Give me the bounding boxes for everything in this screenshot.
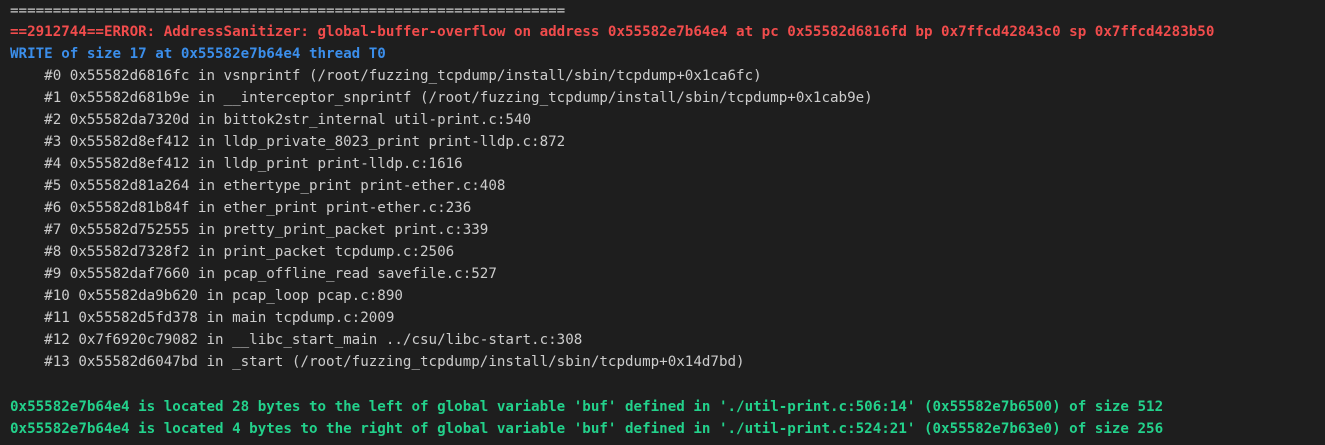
stack-frame-4: #4 0x55582d8ef412 in lldp_print print-ll… [10, 156, 463, 172]
stack-frame-12: #12 0x7f6920c79082 in __libc_start_main … [10, 332, 583, 348]
stack-frame-10: #10 0x55582da9b620 in pcap_loop pcap.c:8… [10, 288, 403, 304]
stack-frame-2: #2 0x55582da7320d in bittok2str_internal… [10, 112, 532, 128]
separator-line: ========================================… [10, 3, 566, 19]
stack-frame-1: #1 0x55582d681b9e in __interceptor_snpri… [10, 90, 873, 106]
stack-frame-7: #7 0x55582d752555 in pretty_print_packet… [10, 222, 489, 238]
stack-frame-8: #8 0x55582d7328f2 in print_packet tcpdum… [10, 244, 455, 260]
stack-frame-5: #5 0x55582d81a264 in ethertype_print pri… [10, 178, 506, 194]
stack-frame-0: #0 0x55582d6816fc in vsnprintf (/root/fu… [10, 68, 762, 84]
stack-frame-13: #13 0x55582d6047bd in _start (/root/fuzz… [10, 354, 745, 370]
error-header-line: ==2912744==ERROR: AddressSanitizer: glob… [10, 24, 1215, 40]
stack-frame-11: #11 0x55582d5fd378 in main tcpdump.c:200… [10, 310, 395, 326]
stack-frame-9: #9 0x55582daf7660 in pcap_offline_read s… [10, 266, 497, 282]
stack-frame-6: #6 0x55582d81b84f in ether_print print-e… [10, 200, 472, 216]
terminal-output[interactable]: ========================================… [0, 0, 1325, 445]
location-right-line: 0x55582e7b64e4 is located 4 bytes to the… [10, 421, 1164, 437]
location-left-line: 0x55582e7b64e4 is located 28 bytes to th… [10, 399, 1164, 415]
write-info-line: WRITE of size 17 at 0x55582e7b64e4 threa… [10, 46, 386, 62]
stack-frame-3: #3 0x55582d8ef412 in lldp_private_8023_p… [10, 134, 566, 150]
